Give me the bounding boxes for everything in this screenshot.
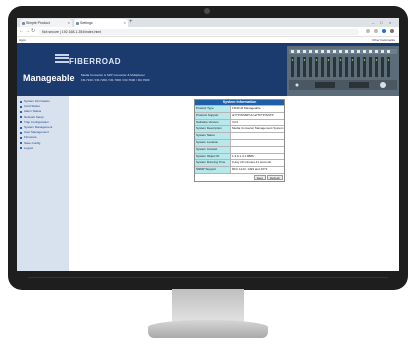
tab-strip: Simple Product × Settings × + – □ × (17, 18, 399, 27)
tab-label: Simple Product (26, 21, 50, 25)
table-row: System Contact (195, 145, 284, 153)
table-row: System Running Time 0 day 20 minutes 41 … (195, 159, 284, 167)
refresh-button[interactable]: Refresh (267, 175, 283, 181)
address-input[interactable]: Not secure | 192.168.1.254/index.html (39, 28, 359, 35)
address-bar-row: ← → ↻ Not secure | 192.168.1.254/index.h… (17, 27, 399, 37)
star-icon[interactable] (366, 29, 370, 33)
system-information-table: System Information Product Type FR4P-M M… (194, 99, 285, 183)
menu-icon[interactable] (390, 29, 394, 33)
row-value: HTTP/SNMPv1/v2/TFTP/SNTP (232, 112, 274, 117)
row-label: Product Type (195, 106, 231, 112)
minimize-icon[interactable]: – (372, 18, 374, 27)
tab-label: Settings (80, 21, 93, 25)
row-value: FR4P-M Manageable (232, 106, 261, 110)
row-value: RFC 1213, 1493 and 2674 (232, 167, 268, 172)
left-menu: System Information Card Status Alarm Sta… (17, 96, 69, 271)
bezel-divider (28, 277, 388, 278)
table-row: Protocol Support HTTP/SNMPv1/v2/TFTP/SNT… (195, 111, 284, 119)
button-row: Save Refresh (195, 172, 284, 181)
reload-icon[interactable]: ↻ (31, 27, 35, 36)
table-row: System Name (195, 132, 284, 139)
system-contact-input[interactable] (231, 147, 284, 153)
chassis-panel-image (287, 46, 399, 96)
monitor: Simple Product × Settings × + – □ × ← → … (8, 6, 408, 290)
save-button[interactable]: Save (253, 175, 267, 181)
system-location-input[interactable] (231, 140, 284, 146)
table-row: Software Version V3.0 (195, 118, 284, 126)
row-label: System Contact (195, 146, 231, 153)
monitor-stand-neck (172, 289, 244, 323)
table-row: System Description Media Converter Manag… (195, 125, 284, 133)
row-value: V3.0 (232, 119, 239, 124)
close-window-icon[interactable]: × (389, 18, 391, 27)
web-page: FIBERROAD Manageable Media Converter & S… (17, 43, 399, 271)
tab-simple-product[interactable]: Simple Product × (20, 19, 72, 27)
favicon-icon (75, 21, 79, 25)
camera (204, 8, 210, 14)
table-row: Product Type FR4P-M Manageable (195, 105, 284, 112)
table-row: System Object ID 1.3.6.1.4.1.8886 (195, 152, 284, 160)
close-icon[interactable]: × (68, 19, 70, 27)
new-tab-button[interactable]: + (129, 18, 133, 27)
extension-icon[interactable] (374, 29, 378, 33)
profile-icon[interactable] (382, 29, 386, 33)
screen: Simple Product × Settings × + – □ × ← → … (17, 18, 399, 271)
row-label: System Description (195, 126, 231, 133)
maximize-icon[interactable]: □ (380, 18, 382, 27)
row-label: System Name (195, 133, 231, 139)
row-label: SNMP Support (195, 167, 231, 173)
row-label: Software Version (195, 119, 231, 126)
table-row: System Location (195, 138, 284, 146)
favicon-icon (21, 21, 25, 25)
fiberroad-logo-icon (55, 54, 69, 66)
row-label: System Location (195, 139, 231, 146)
forward-icon[interactable]: → (25, 27, 30, 36)
back-icon[interactable]: ← (19, 27, 24, 36)
row-label: Protocol Support (195, 112, 231, 119)
system-name-input[interactable] (231, 133, 284, 139)
table-row: SNMP Support RFC 1213, 1493 and 2674 (195, 166, 284, 173)
row-value: 1.3.6.1.4.1.8886 (232, 153, 254, 158)
row-value: 0 day 20 minutes 41 seconds (232, 160, 272, 165)
menu-item-logout[interactable]: Logout (17, 146, 69, 151)
row-label: System Running Time (195, 160, 231, 167)
monitor-stand-base (148, 320, 268, 338)
brand-title: Manageable (23, 73, 75, 83)
banner-model-list: FR-7100 / FR-7200 / FR-7300 / FR-7600 / … (81, 78, 150, 82)
row-label: System Object ID (195, 153, 231, 160)
banner: FIBERROAD Manageable Media Converter & S… (17, 43, 399, 96)
close-icon[interactable]: × (124, 19, 126, 27)
row-value: Media Converter Management System (232, 126, 284, 131)
banner-subtitle: Media Converter & SFP Converter & Multip… (81, 73, 145, 77)
logo-text: FIBERROAD (69, 57, 122, 66)
tab-settings[interactable]: Settings × (74, 19, 128, 27)
